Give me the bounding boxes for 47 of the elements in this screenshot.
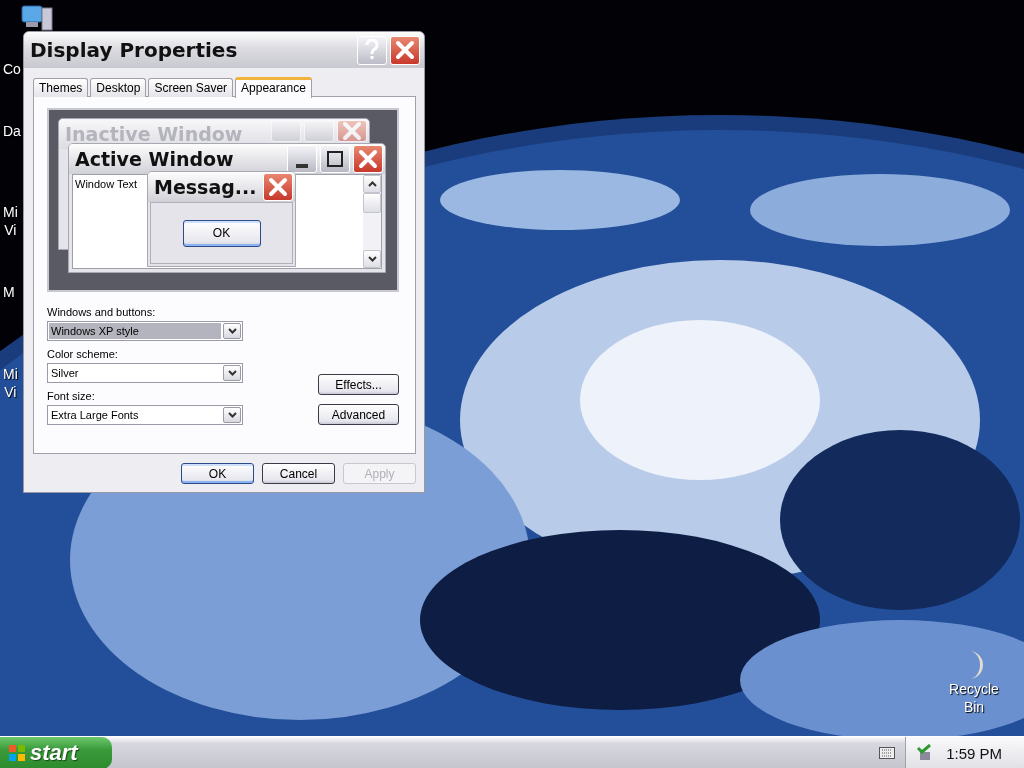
dropdown[interactable]: Windows XP style	[47, 321, 243, 341]
window-title: Messag...	[154, 176, 258, 198]
dropdown[interactable]: Silver	[47, 363, 243, 383]
tab[interactable]: Appearance	[235, 77, 312, 98]
field-label: Font size:	[47, 389, 96, 403]
keyboard-icon[interactable]	[879, 747, 896, 759]
chevron-icon	[367, 181, 377, 187]
icon-label: Vi	[3, 383, 18, 401]
windows-logo-icon	[8, 744, 26, 762]
icon-label: M	[3, 283, 15, 301]
close-icon	[395, 40, 415, 60]
close-icon	[358, 149, 378, 169]
tab[interactable]: Screen Saver	[148, 78, 234, 97]
chevron-icon	[367, 256, 377, 262]
help-icon	[364, 39, 380, 61]
icon-label: Bin	[963, 698, 985, 716]
dialog-button[interactable]: Cancel	[262, 463, 335, 484]
window-title: Active Window	[75, 148, 235, 170]
tab[interactable]: Desktop	[90, 78, 147, 97]
icon-label: Recycle	[949, 680, 999, 698]
window-title: Inactive Window	[65, 123, 244, 145]
scroll-thumb[interactable]	[363, 193, 381, 213]
field-label: Color scheme:	[47, 347, 119, 361]
icon-label: Co	[3, 60, 21, 78]
icon-label: Mi	[3, 203, 18, 221]
ok-button[interactable]: OK	[182, 219, 261, 247]
close-button[interactable]	[390, 35, 420, 65]
field-label: Windows and buttons:	[47, 305, 157, 319]
icon-label: Da	[3, 122, 21, 140]
maximize-icon	[327, 151, 343, 167]
clock: 1:59 PM	[946, 744, 1002, 762]
dialog-button[interactable]: Advanced	[318, 404, 399, 425]
start-button[interactable]: start	[0, 737, 112, 768]
close-icon	[268, 177, 288, 197]
chevron-icon	[227, 370, 237, 376]
chevron-icon	[227, 412, 237, 418]
dropdown[interactable]: Extra Large Fonts	[47, 405, 243, 425]
tab[interactable]: Themes	[33, 78, 89, 97]
icon-label: Vi	[3, 221, 18, 239]
icon-label: Mi	[3, 365, 18, 383]
close-icon	[342, 121, 362, 141]
window-text: Window Text	[74, 177, 139, 192]
minimize-icon	[296, 164, 308, 168]
window-title: Display Properties	[30, 38, 239, 62]
dialog-button[interactable]: Effects...	[318, 374, 399, 395]
dialog-button[interactable]: OK	[181, 463, 254, 484]
chevron-icon	[227, 328, 237, 334]
